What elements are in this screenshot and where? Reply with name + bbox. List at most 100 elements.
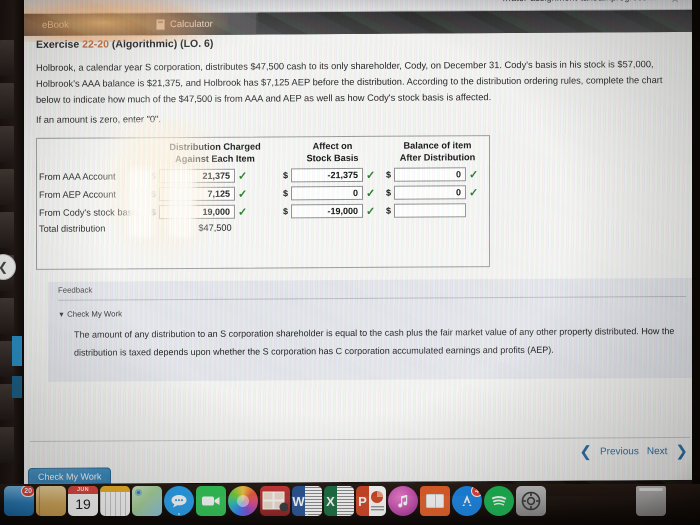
messages-icon[interactable] — [164, 486, 194, 516]
url-text: …ator-assignment-take&inprogress… — [502, 0, 656, 3]
header-c1-line2: Against Each Item — [175, 153, 255, 165]
answer-table-container: Distribution Charged Against Each Item A… — [36, 135, 490, 270]
table-header-distribution-charged: Distribution Charged Against Each Item — [149, 137, 281, 167]
cell-aep-stock-basis: $ ✓ — [281, 184, 384, 203]
currency-symbol: $ — [283, 188, 289, 199]
check-my-work-toggle[interactable]: ▼ Check My Work — [58, 309, 122, 318]
page-title-suffix: (Algorithmic) (LO. 6) — [108, 37, 214, 51]
ibooks-icon[interactable] — [420, 486, 450, 516]
bookmark-star-icon[interactable]: ☆ — [670, 0, 680, 5]
row-label-aep-account: From AEP Account — [39, 189, 116, 200]
check-my-work-button[interactable]: Check My Work — [28, 467, 112, 485]
photos-icon[interactable] — [228, 486, 258, 516]
trash-icon[interactable] — [636, 486, 666, 516]
currency-symbol: $ — [386, 187, 392, 198]
excel-icon[interactable]: X — [324, 486, 354, 516]
check-aep-distribution: ✓ — [238, 188, 248, 201]
browser-window: …ator-assignment-take&inprogress… ☆ eBoo… — [22, 0, 694, 485]
currency-symbol: $ — [151, 207, 157, 218]
powerpoint-icon[interactable]: P — [356, 486, 386, 516]
page-title-number: 22-20 — [82, 38, 109, 51]
total-distribution-label: Total distribution — [39, 223, 106, 234]
facetime-icon[interactable] — [196, 486, 226, 516]
chevron-down-icon: ▼ — [58, 311, 65, 319]
photo-booth-icon[interactable] — [260, 486, 290, 516]
currency-symbol: $ — [283, 206, 289, 217]
background-blue-window-2 — [12, 376, 22, 398]
system-preferences-icon[interactable] — [516, 486, 546, 516]
monitor-bezel-right — [692, 0, 700, 525]
table-header-rowlabel — [37, 138, 149, 168]
next-button[interactable]: Next — [647, 446, 668, 457]
cell-cody-stock-basis: $ ✓ — [281, 202, 384, 221]
powerpoint-letter: P — [356, 486, 369, 516]
input-aep-distribution[interactable] — [159, 186, 236, 202]
numbers-icon[interactable] — [100, 486, 130, 516]
currency-symbol: $ — [386, 169, 392, 180]
feedback-divider — [58, 295, 686, 301]
video-camera-glyph — [202, 496, 220, 506]
row-label-aaa-account: From AAA Account — [39, 171, 116, 182]
previous-button[interactable]: Previous — [600, 446, 639, 457]
maps-icon[interactable] — [132, 486, 162, 516]
tab-calculator[interactable]: Calculator — [146, 12, 256, 36]
input-aep-balance-after[interactable] — [394, 185, 467, 200]
feedback-title: Feedback — [58, 285, 93, 295]
cell-aaa-balance-after: $ ✓ — [384, 165, 491, 184]
input-cody-stock-basis[interactable] — [291, 203, 364, 219]
check-my-work-toggle-label: Check My Work — [67, 309, 122, 319]
footer-divider — [30, 436, 690, 442]
input-aaa-balance-after[interactable] — [394, 167, 467, 182]
tab-ebook-label: eBook — [42, 19, 69, 31]
calendar-day: 19 — [75, 496, 91, 512]
cell-aaa-stock-basis: $ ✓ — [281, 166, 384, 185]
input-cody-balance-after[interactable] — [394, 203, 467, 218]
calendar-icon[interactable]: JUN 19 — [68, 486, 98, 516]
header-c2-line2: Stock Basis — [306, 152, 359, 164]
finder-icon[interactable]: 20 — [4, 486, 34, 516]
spotify-icon[interactable] — [484, 486, 514, 516]
input-aaa-stock-basis[interactable] — [291, 167, 364, 183]
cell-cody-balance-after: $ — [384, 201, 491, 220]
itunes-icon[interactable] — [388, 486, 418, 516]
table-header-balance-after-distribution: Balance of item After Distribution — [384, 136, 491, 166]
page-title-prefix: Exercise — [36, 38, 83, 51]
music-note-glyph — [398, 495, 408, 508]
header-c3-line2: After Distribution — [399, 152, 476, 163]
page-title: Exercise 22-20 (Algorithmic) (LO. 6) — [36, 38, 213, 51]
currency-symbol: $ — [283, 170, 289, 181]
excel-letter: X — [324, 486, 337, 516]
question-paragraph-1: Holbrook, a calendar year S corporation,… — [36, 59, 663, 105]
check-aep-stock-basis: ✓ — [366, 187, 376, 200]
check-cody-stock-basis: ✓ — [366, 205, 376, 218]
next-chevron-icon[interactable]: ❯ — [675, 442, 688, 460]
cell-aep-distribution: $ ✓ — [149, 184, 281, 203]
speech-bubble-glyph — [171, 495, 187, 508]
feedback-body-text: The amount of any distribution to an S c… — [74, 326, 675, 358]
header-c2-line1: Affect on — [312, 140, 353, 152]
check-aep-balance-after: ✓ — [469, 186, 479, 199]
input-cody-distribution[interactable] — [159, 204, 236, 220]
tab-ebook[interactable]: eBook — [32, 13, 142, 36]
cell-aaa-distribution: $ ✓ — [149, 166, 281, 185]
word-letter: W — [292, 486, 305, 516]
notes-icon[interactable] — [36, 486, 66, 516]
word-icon[interactable]: W — [292, 486, 322, 516]
input-aep-stock-basis[interactable] — [291, 185, 364, 201]
total-distribution-value: $47,500 — [198, 222, 232, 233]
previous-chevron-icon[interactable]: ❮ — [579, 443, 592, 461]
pagination-nav: ❮ Previous Next ❯ — [579, 442, 688, 461]
check-aaa-distribution: ✓ — [238, 170, 248, 183]
header-c1-line1: Distribution Charged — [169, 141, 261, 153]
cell-aep-balance-after: $ ✓ — [384, 183, 491, 202]
table-total-row: Total distribution $47,500 — [37, 219, 491, 236]
cell-cody-distribution: $ ✓ — [149, 202, 281, 221]
header-c3-line1: Balance of item — [403, 140, 472, 151]
app-store-icon[interactable]: 4 — [452, 486, 482, 516]
input-aaa-distribution[interactable] — [159, 168, 236, 184]
powerpoint-chart-glyph — [371, 491, 384, 511]
screen-photo: …ator-assignment-take&inprogress… ☆ eBoo… — [0, 0, 700, 525]
total-spacer-1 — [281, 220, 384, 235]
finder-badge: 20 — [21, 486, 34, 497]
background-blue-window-1 — [12, 336, 22, 366]
